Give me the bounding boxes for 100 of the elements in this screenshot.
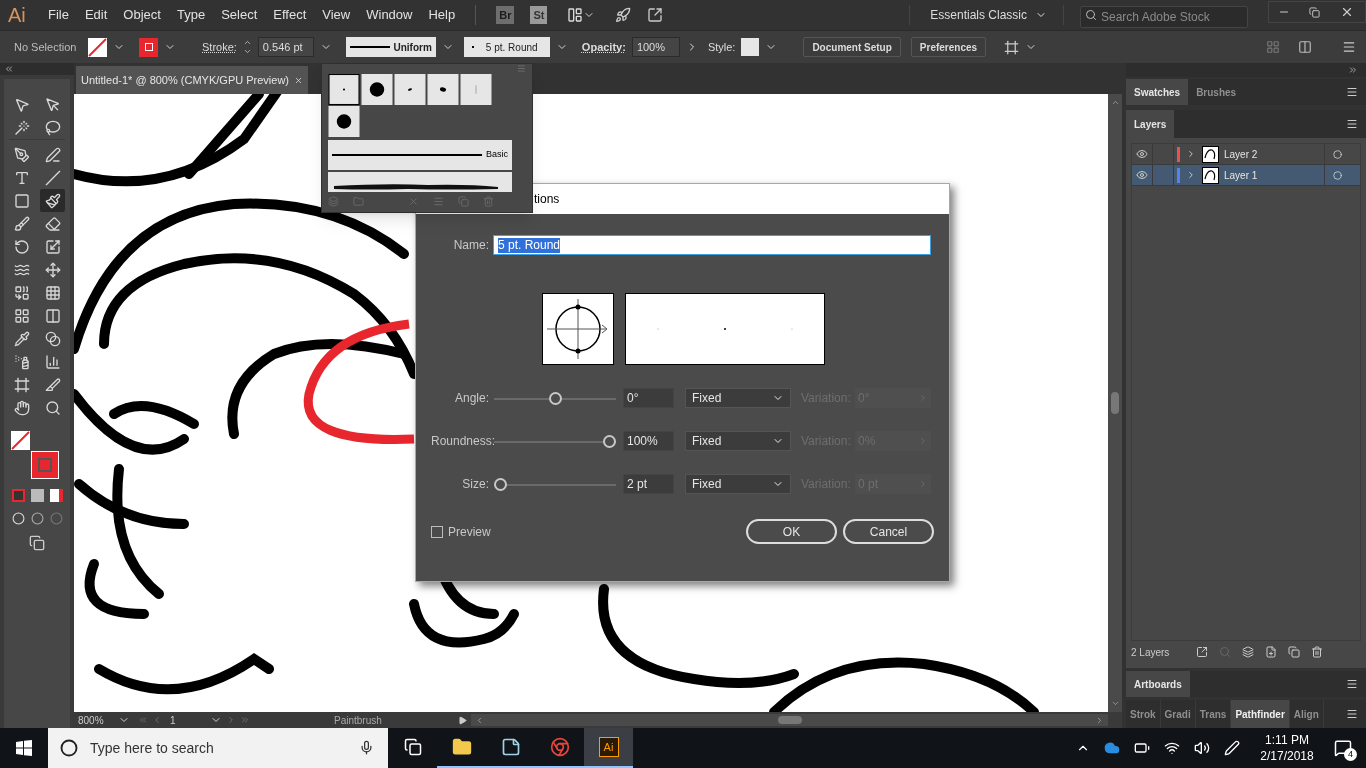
target-icon[interactable] <box>1333 149 1342 159</box>
taskbar-app-button[interactable]: Ai <box>584 728 633 768</box>
transform-icon[interactable] <box>1004 39 1020 55</box>
fill-box[interactable] <box>11 431 30 450</box>
target-icon[interactable] <box>1333 170 1342 180</box>
menu-item[interactable]: Edit <box>76 5 116 25</box>
panel-menu-icon[interactable] <box>1346 118 1358 130</box>
publish-icon[interactable] <box>647 7 664 23</box>
free-transform-icon <box>44 261 61 278</box>
menu-item[interactable]: Select <box>213 5 266 25</box>
stock-search-field[interactable]: Search Adobe Stock <box>1080 6 1248 28</box>
layer-name[interactable]: Layer 1 <box>1224 167 1324 183</box>
draw-normal-icon[interactable] <box>11 512 25 525</box>
stroke-weight-field[interactable]: 0.546 pt <box>257 37 314 57</box>
action-center-icon[interactable] <box>1334 739 1352 757</box>
screen-mode-icon[interactable] <box>29 535 45 551</box>
stroke-swatch[interactable] <box>139 37 158 57</box>
color-mode-icon[interactable] <box>11 489 25 502</box>
panel-tab[interactable]: Brushes <box>1188 79 1245 105</box>
scroll-down-icon[interactable] <box>1110 699 1120 708</box>
dialog-title: tions <box>534 191 560 208</box>
fill-swatch[interactable] <box>88 37 107 57</box>
distribute-icon[interactable] <box>1298 40 1312 54</box>
menu-item[interactable]: Object <box>115 5 169 25</box>
microphone-icon[interactable] <box>359 740 374 755</box>
pen-icon[interactable] <box>1224 740 1240 756</box>
panel-menu-icon[interactable] <box>1346 708 1358 720</box>
brush-swatch[interactable] <box>328 74 360 105</box>
document-title: Untitled-1* @ 800% (CMYK/GPU Preview) <box>81 72 289 88</box>
battery-icon[interactable] <box>1134 740 1150 756</box>
clock[interactable]: 1:11 PM 2/17/2018 <box>1254 732 1320 764</box>
menu-item[interactable]: Window <box>358 5 421 25</box>
new-layer-icon[interactable] <box>1288 646 1300 658</box>
menu-item[interactable]: View <box>314 5 359 25</box>
scroll-left-icon[interactable] <box>475 715 484 725</box>
close-icon[interactable] <box>294 75 303 85</box>
rocket-icon[interactable] <box>615 7 632 23</box>
dialog-button[interactable]: OK <box>746 519 837 544</box>
export-icon[interactable] <box>1196 646 1208 658</box>
trash-icon[interactable] <box>1311 646 1323 658</box>
charcoal-brush-row[interactable] <box>328 172 512 192</box>
visibility-eye-icon[interactable] <box>1136 148 1148 160</box>
play-icon[interactable] <box>458 715 467 725</box>
arrange-documents-icon[interactable] <box>567 7 584 23</box>
menu-item[interactable]: Effect <box>265 5 315 25</box>
volume-icon[interactable] <box>1194 740 1210 756</box>
layer-name[interactable]: Layer 2 <box>1224 146 1324 162</box>
panel-menu-icon[interactable] <box>1342 40 1356 54</box>
chrome-icon <box>549 737 570 757</box>
horizontal-scrollbar[interactable] <box>471 714 1108 726</box>
slider-track[interactable] <box>494 477 616 491</box>
dialog-button[interactable]: Cancel <box>843 519 934 544</box>
graphic-style-swatch[interactable] <box>741 38 760 56</box>
taskbar-search-field[interactable]: Type here to search <box>48 728 388 768</box>
workspace-switcher[interactable]: Essentials Classic <box>930 6 1047 24</box>
cloud-icon[interactable] <box>1104 740 1120 756</box>
opacity-field[interactable]: 100% <box>631 37 680 57</box>
scroll-right-icon[interactable] <box>1095 715 1104 725</box>
collapse-icon[interactable] <box>1348 65 1358 75</box>
name-field[interactable]: 5 pt. Round <box>493 235 931 255</box>
document-tab[interactable]: Untitled-1* @ 800% (CMYK/GPU Preview) <box>76 66 308 94</box>
control-button[interactable]: Preferences <box>910 37 987 57</box>
line-tool-icon <box>44 169 61 186</box>
visibility-eye-icon[interactable] <box>1136 169 1148 181</box>
expand-icon[interactable] <box>1186 170 1196 180</box>
variable-width-profile[interactable]: Uniform <box>345 37 436 57</box>
stroke-box[interactable] <box>31 451 59 479</box>
tool-button[interactable] <box>40 189 65 212</box>
selection-status: No Selection <box>13 39 78 55</box>
preview-checkbox[interactable] <box>431 525 443 538</box>
slider-track[interactable] <box>494 391 616 405</box>
slider-track[interactable] <box>494 434 616 448</box>
expand-icon[interactable] <box>1186 149 1196 159</box>
scrollbar-thumb[interactable] <box>1111 392 1119 414</box>
collapse-icon[interactable] <box>4 64 14 74</box>
wifi-icon[interactable] <box>1164 740 1180 756</box>
menu-item[interactable]: Type <box>168 5 214 25</box>
scroll-up-icon[interactable] <box>1110 98 1120 107</box>
brush-row[interactable]: Basic <box>328 140 512 170</box>
scrollbar-thumb[interactable] <box>777 716 802 724</box>
none-mode-icon[interactable] <box>49 489 63 502</box>
artboard-number-field[interactable]: 1 <box>170 712 206 728</box>
panel-tab[interactable]: Layers <box>1126 110 1175 138</box>
stroke-spinner[interactable] <box>242 38 252 56</box>
zoom-level-field[interactable]: 800% <box>78 712 114 728</box>
panel-tab[interactable]: Pathfinder <box>1231 700 1290 728</box>
gradient-mode-icon[interactable] <box>30 489 44 502</box>
panel-tab[interactable]: Swatches <box>1126 79 1189 105</box>
panel-tab[interactable]: Artboards <box>1126 671 1190 697</box>
vertical-scrollbar[interactable] <box>1108 94 1122 712</box>
panel-menu-icon[interactable] <box>1346 678 1358 690</box>
control-button[interactable]: Document Setup <box>803 37 901 57</box>
menu-item[interactable]: File <box>40 5 77 25</box>
magic-wand-icon <box>13 119 30 136</box>
menu-item[interactable]: Help <box>420 5 464 25</box>
panel-menu-icon[interactable] <box>1346 86 1358 98</box>
draw-behind-icon[interactable] <box>30 512 44 525</box>
layer-row[interactable]: Layer 1 <box>1132 165 1360 186</box>
stock-button[interactable]: St <box>530 5 548 25</box>
brush-definition[interactable]: 5 pt. Round <box>463 37 550 57</box>
